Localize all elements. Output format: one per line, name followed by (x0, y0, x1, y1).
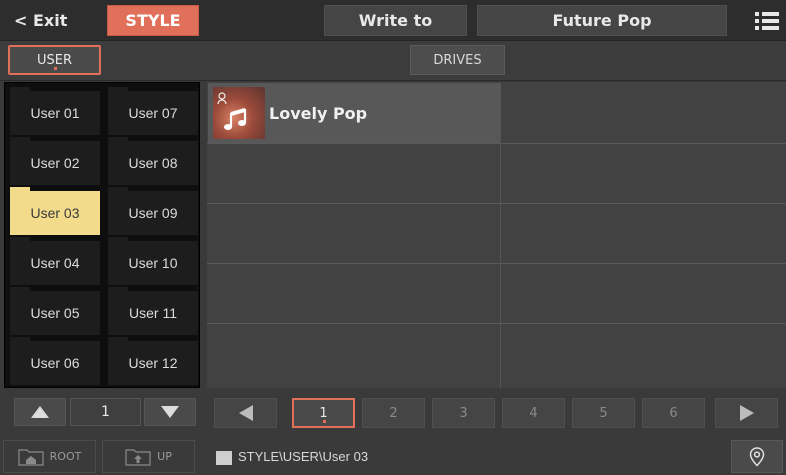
exit-button[interactable]: < Exit (8, 5, 78, 36)
file-item[interactable]: Lovely Pop (208, 83, 500, 143)
bank-user-12[interactable]: User 12 (108, 337, 198, 385)
page-button-5[interactable]: 5 (572, 398, 635, 428)
page-button-6[interactable]: 6 (642, 398, 705, 428)
up-button[interactable]: UP (102, 440, 195, 473)
triangle-left-icon (238, 405, 253, 421)
page-button-2[interactable]: 2 (362, 398, 425, 428)
triangle-down-icon (161, 406, 179, 418)
triangle-up-icon (31, 406, 49, 418)
bank-user-05[interactable]: User 05 (10, 287, 100, 335)
grid-divider (207, 263, 786, 264)
bank-page-number: 1 (70, 398, 141, 426)
bank-user-10[interactable]: User 10 (108, 237, 198, 285)
bank-user-01[interactable]: User 01 (10, 87, 100, 135)
user-button-label: USER (36, 52, 72, 68)
location-pin-icon (749, 446, 765, 467)
current-path: STYLE\USER\User 03 (238, 449, 369, 464)
bank-page-down-button[interactable] (144, 398, 196, 426)
page-button-1[interactable]: 1 (292, 398, 355, 428)
grid-divider (500, 82, 501, 388)
triangle-right-icon (739, 405, 754, 421)
music-note-icon (213, 87, 265, 139)
source-bar: USER DRIVES (0, 41, 786, 81)
user-button[interactable]: USER (8, 45, 101, 75)
selected-indicator (53, 67, 57, 70)
locate-button[interactable] (731, 440, 783, 473)
drives-button[interactable]: DRIVES (410, 45, 505, 75)
list-menu-icon[interactable] (752, 8, 782, 33)
grid-divider (207, 323, 786, 324)
current-style-name: Future Pop (477, 5, 727, 36)
top-bar: < Exit STYLE Write to Future Pop (0, 0, 786, 41)
bank-user-06[interactable]: User 06 (10, 337, 100, 385)
page-button-3[interactable]: 3 (432, 398, 495, 428)
write-to-button[interactable]: Write to (324, 5, 467, 36)
bank-user-04[interactable]: User 04 (10, 237, 100, 285)
root-button[interactable]: ROOT (3, 440, 96, 473)
bank-user-02[interactable]: User 02 (10, 137, 100, 185)
style-tab[interactable]: STYLE (107, 5, 199, 36)
next-page-button[interactable] (715, 398, 778, 428)
bank-user-03[interactable]: User 03 (10, 187, 100, 235)
up-label: UP (157, 450, 172, 463)
file-name: Lovely Pop (269, 103, 368, 123)
bank-user-08[interactable]: User 08 (108, 137, 198, 185)
bank-user-09[interactable]: User 09 (108, 187, 198, 235)
selected-indicator (322, 420, 326, 423)
root-label: ROOT (49, 450, 82, 463)
bank-user-11[interactable]: User 11 (108, 287, 198, 335)
page-label: 1 (319, 405, 328, 421)
grid-divider (207, 203, 786, 204)
page-button-4[interactable]: 4 (502, 398, 565, 428)
grid-divider (207, 143, 786, 144)
folder-icon (216, 450, 232, 465)
folder-up-icon (125, 448, 151, 466)
bank-page-up-button[interactable] (14, 398, 66, 426)
bank-user-07[interactable]: User 07 (108, 87, 198, 135)
prev-page-button[interactable] (214, 398, 277, 428)
bank-panel: User 01 User 02 User 03 User 04 User 05 … (4, 82, 200, 388)
home-folder-icon (18, 448, 44, 466)
